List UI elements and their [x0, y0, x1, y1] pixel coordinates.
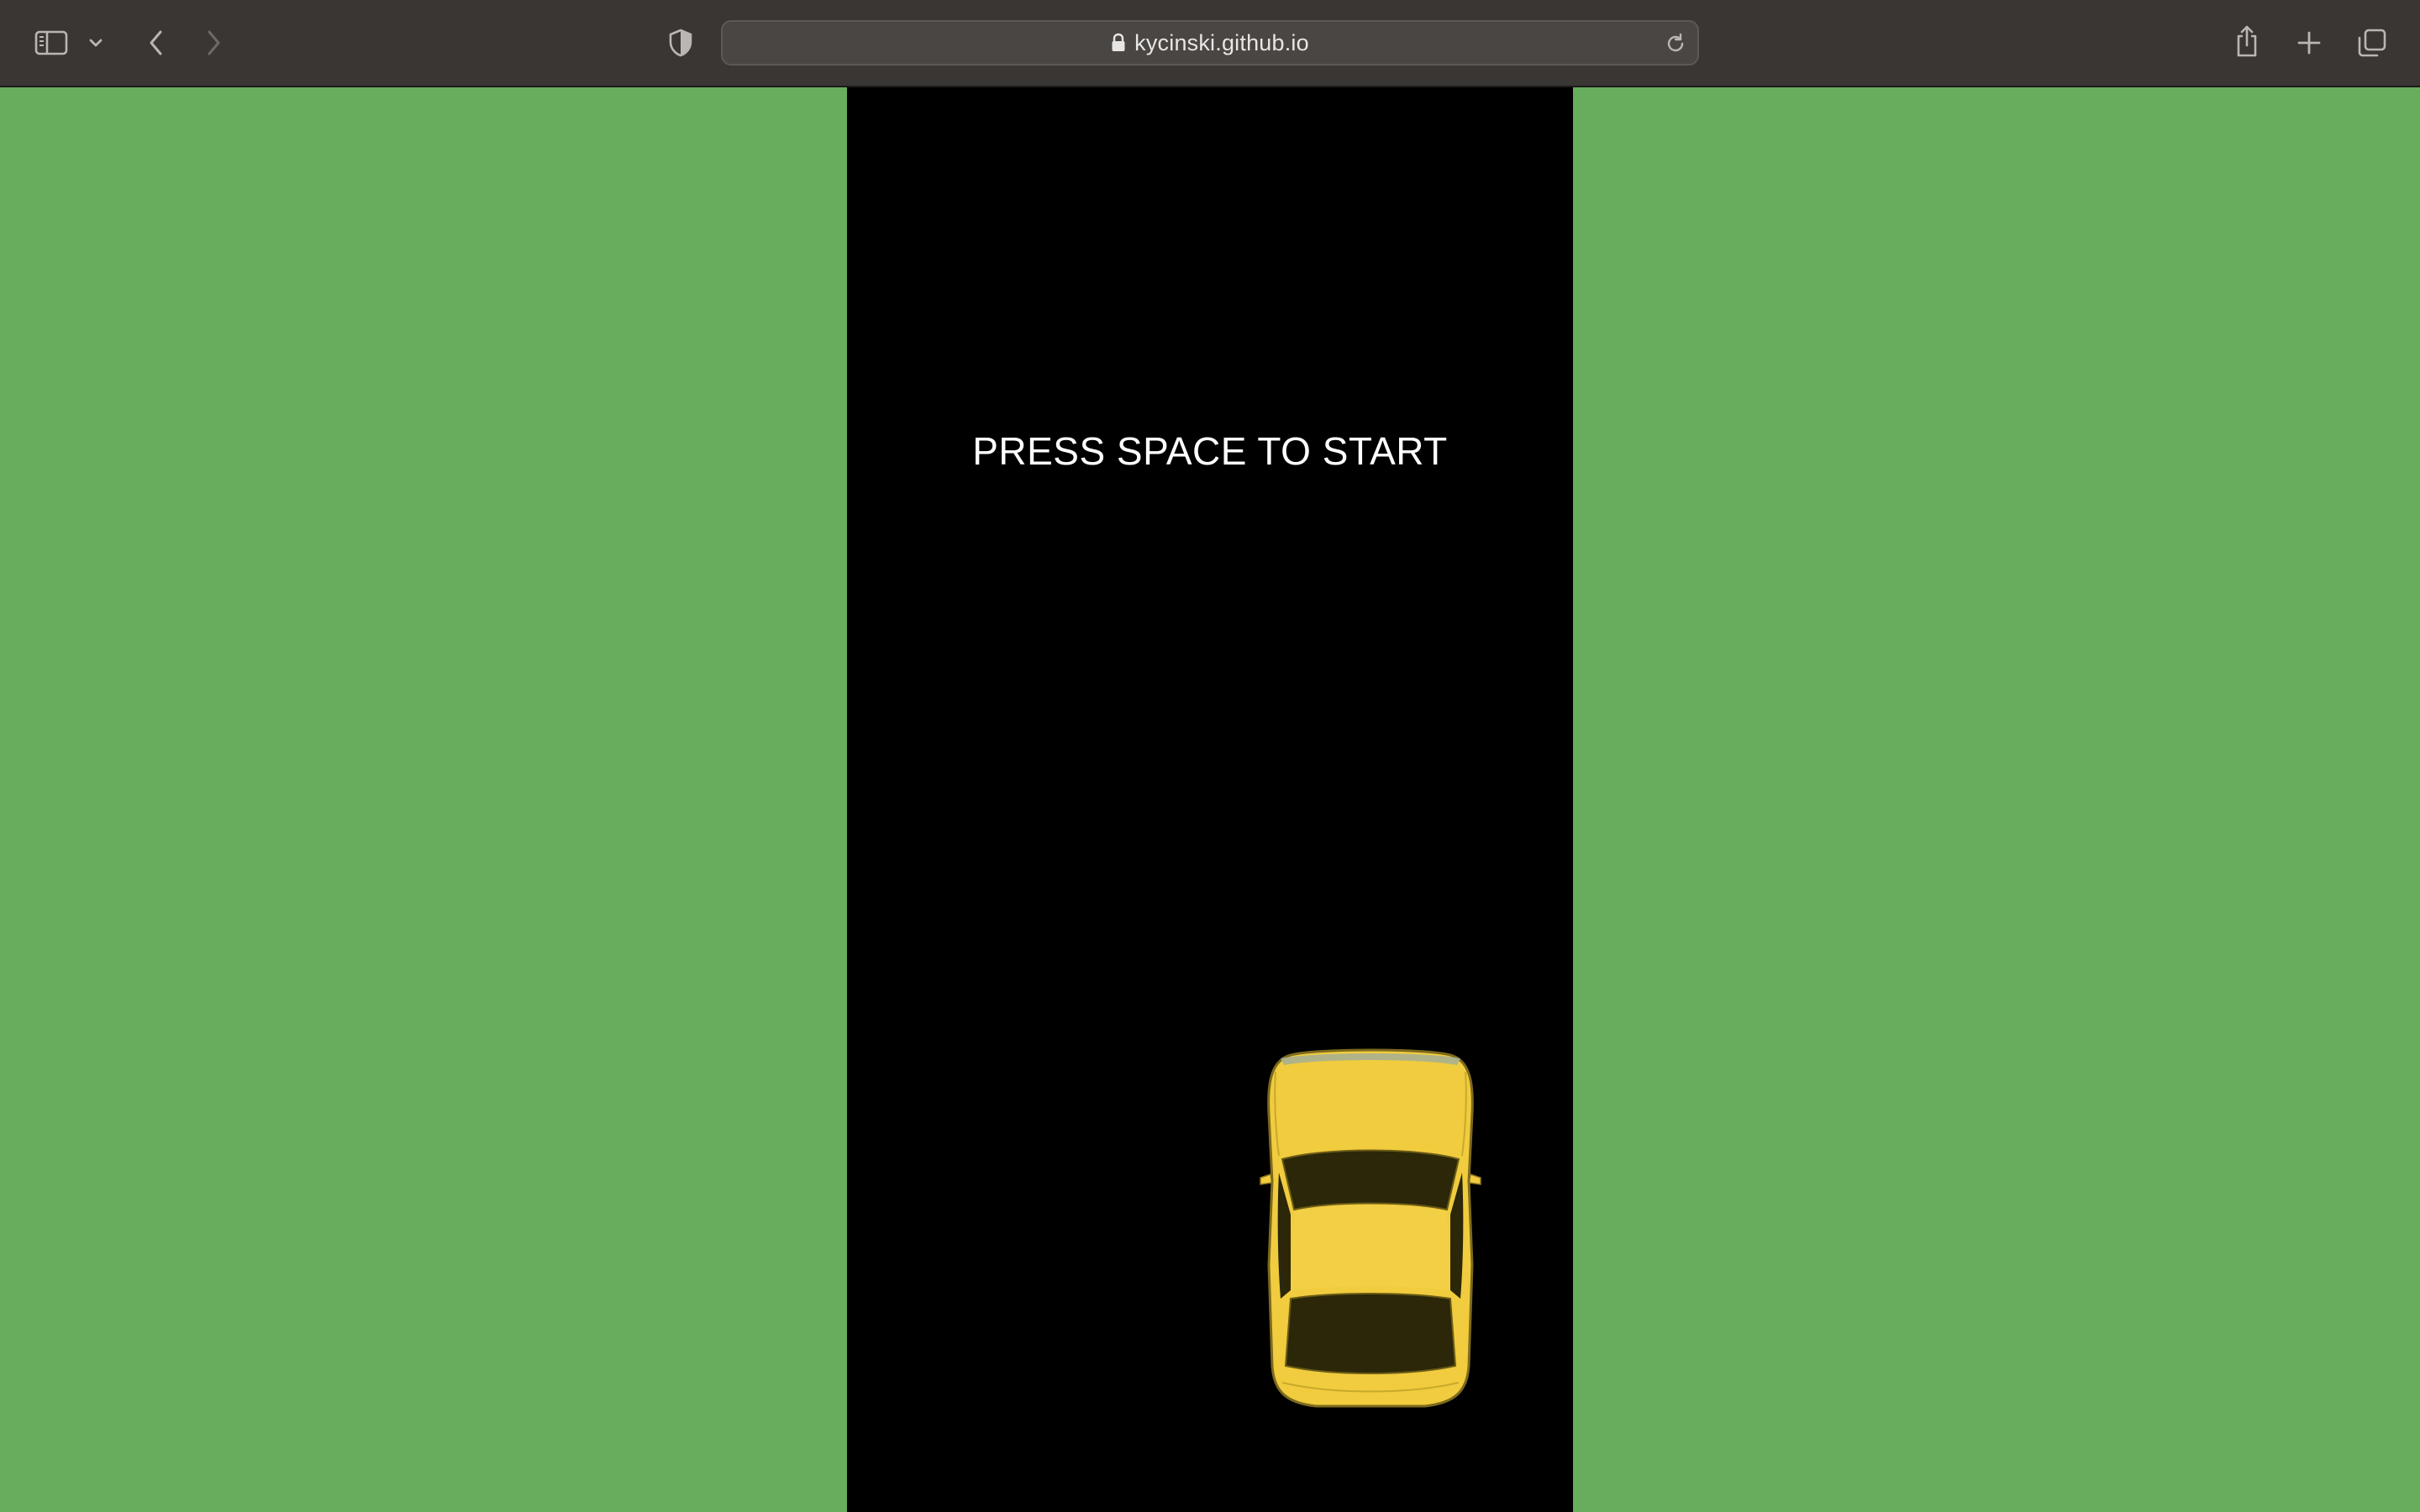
plus-icon — [2297, 31, 2321, 55]
chevron-right-icon — [208, 30, 220, 55]
privacy-report-button[interactable] — [664, 25, 697, 60]
sidebar-toggle-button[interactable] — [32, 25, 71, 60]
tab-overview-icon — [2358, 29, 2386, 57]
new-tab-button[interactable] — [2292, 25, 2326, 60]
game-stage[interactable]: PRESS SPACE TO START — [0, 87, 2420, 1512]
forward-button[interactable] — [197, 25, 230, 60]
back-button[interactable] — [139, 25, 173, 60]
yellow-car — [1260, 1048, 1481, 1408]
reload-icon — [1667, 33, 1684, 52]
address-content: kycinski.github.io — [723, 22, 1697, 64]
road: PRESS SPACE TO START — [847, 87, 1573, 1512]
chevron-left-icon — [150, 30, 162, 55]
tab-overview-button[interactable] — [2354, 25, 2390, 60]
start-message: PRESS SPACE TO START — [972, 429, 1448, 473]
sidebar-toggle-icon — [34, 30, 68, 55]
shield-icon — [669, 29, 692, 57]
reload-button[interactable] — [1664, 32, 1687, 60]
url-text: kycinski.github.io — [1134, 29, 1309, 55]
share-button[interactable] — [2230, 22, 2264, 60]
lock-icon — [1112, 33, 1125, 51]
sidebar-menu-button[interactable] — [84, 32, 108, 54]
chevron-down-icon — [89, 39, 103, 47]
browser-toolbar: kycinski.github.io — [0, 0, 2420, 87]
address-bar[interactable]: kycinski.github.io — [721, 20, 1699, 66]
share-icon — [2237, 25, 2257, 57]
